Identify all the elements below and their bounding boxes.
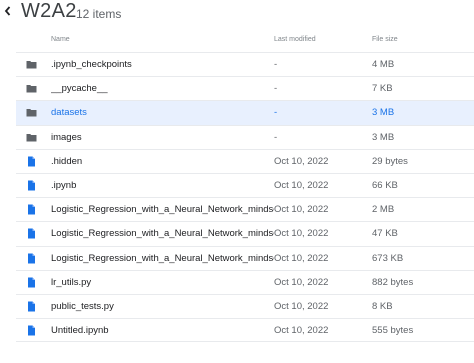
item-name: Logistic_Regression_with_a_Neural_Networ…: [51, 252, 274, 264]
item-file-size: 3 MB: [372, 131, 395, 143]
file-icon: [28, 277, 35, 288]
item-file-size: 8 KB: [372, 300, 393, 312]
item-name: __pycache__: [51, 83, 108, 95]
file-list: .ipynb_checkpoints - 4 MB __pycache__ - 7 KB d…: [16, 52, 474, 343]
column-header-last-modified[interactable]: Last modified: [274, 36, 316, 43]
folder-icon: [26, 109, 37, 117]
file-icon: [28, 253, 35, 263]
file-icon: [28, 228, 35, 239]
item-count: 12 items: [76, 7, 122, 21]
item-name: public_tests.py: [51, 300, 114, 312]
column-header-name[interactable]: Name: [51, 36, 70, 43]
folder-icon: [26, 61, 37, 69]
file-icon: [28, 325, 35, 336]
item-last-modified: -: [274, 59, 278, 70]
file-row[interactable]: lr_utils.py Oct 10, 2022 882 bytes: [16, 269, 474, 294]
file-icon: [28, 156, 35, 167]
item-name: .ipynb: [51, 179, 77, 191]
header: W2A2 12 items: [0, 0, 474, 28]
folder-icon: [26, 133, 37, 142]
folder-row[interactable]: .ipynb_checkpoints - 4 MB: [16, 52, 474, 76]
file-row[interactable]: Untitled.ipynb Oct 10, 2022 555 bytes: [16, 318, 474, 343]
file-icon: [28, 180, 35, 191]
folder-title: W2A2: [21, 0, 77, 22]
file-row[interactable]: .ipynb Oct 10, 2022 66 KB: [16, 172, 474, 197]
file-icon: [28, 301, 35, 312]
item-last-modified: -: [274, 83, 278, 95]
item-last-modified: Oct 10, 2022: [274, 204, 329, 216]
item-name: .ipynb_checkpoints: [51, 59, 132, 70]
item-last-modified: Oct 10, 2022: [274, 179, 329, 191]
item-file-size: 7 KB: [372, 83, 393, 95]
back-chevron-icon[interactable]: [3, 4, 13, 18]
folder-row[interactable]: images - 3 MB: [16, 124, 474, 149]
item-file-size: 555 bytes: [372, 325, 414, 337]
file-icon: [28, 204, 35, 215]
item-last-modified: Oct 10, 2022: [274, 276, 329, 288]
item-name: Logistic_Regression_with_a_Neural_Networ…: [51, 204, 274, 216]
file-row[interactable]: public_tests.py Oct 10, 2022 8 KB: [16, 293, 474, 318]
item-name: Untitled.ipynb: [51, 325, 109, 337]
item-name: .hidden: [51, 155, 83, 167]
item-file-size: 29 bytes: [372, 155, 408, 167]
file-row[interactable]: Logistic_Regression_with_a_Neural_Networ…: [16, 221, 474, 245]
column-header-file-size[interactable]: File size: [372, 36, 398, 43]
item-file-size: 882 bytes: [372, 276, 414, 288]
item-last-modified: Oct 10, 2022: [274, 300, 329, 312]
item-file-size: 47 KB: [372, 228, 398, 240]
item-last-modified: -: [274, 131, 278, 143]
item-name: lr_utils.py: [51, 276, 92, 288]
item-file-size: 66 KB: [372, 179, 398, 191]
item-file-size: 3 MB: [372, 107, 395, 119]
item-file-size: 2 MB: [372, 204, 395, 216]
folder-row[interactable]: __pycache__ - 7 KB: [16, 76, 474, 100]
item-file-size: 673 KB: [372, 252, 404, 264]
folder-icon: [26, 85, 37, 93]
item-name: Logistic_Regression_with_a_Neural_Networ…: [51, 228, 274, 240]
item-name: datasets: [51, 107, 87, 119]
file-row[interactable]: Logistic_Regression_with_a_Neural_Networ…: [16, 197, 474, 221]
item-last-modified: -: [274, 107, 278, 119]
item-last-modified: Oct 10, 2022: [274, 228, 329, 240]
folder-row[interactable]: datasets - 3 MB: [16, 100, 474, 125]
item-last-modified: Oct 10, 2022: [274, 252, 329, 264]
item-file-size: 4 MB: [372, 59, 395, 70]
file-row[interactable]: .hidden Oct 10, 2022 29 bytes: [16, 148, 474, 173]
item-last-modified: Oct 10, 2022: [274, 325, 329, 337]
file-row[interactable]: Logistic_Regression_with_a_Neural_Networ…: [16, 245, 474, 270]
item-last-modified: Oct 10, 2022: [274, 155, 329, 167]
item-name: images: [51, 131, 82, 143]
